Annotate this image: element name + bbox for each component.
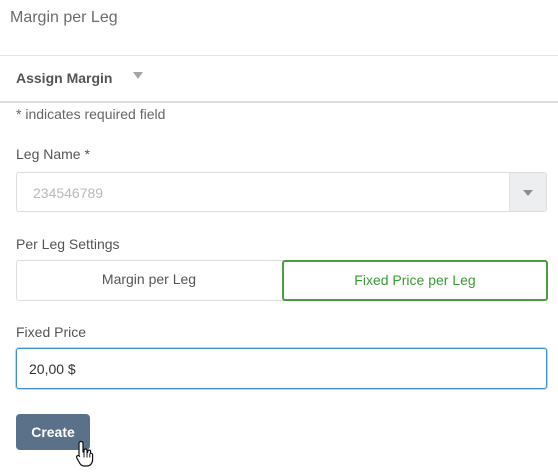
per-leg-settings-label: Per Leg Settings: [16, 236, 120, 252]
leg-name-value: 234546789: [33, 185, 104, 201]
fixed-price-input[interactable]: [16, 348, 547, 389]
required-field-note: * indicates required field: [16, 106, 166, 122]
option-margin-per-leg[interactable]: Margin per Leg: [16, 260, 282, 301]
option-fixed-price-per-leg[interactable]: Fixed Price per Leg: [282, 260, 548, 301]
fixed-price-label: Fixed Price: [16, 324, 87, 340]
chevron-down-icon: [523, 190, 533, 196]
leg-name-select[interactable]: 234546789: [16, 172, 547, 212]
caret-down-icon[interactable]: [133, 72, 143, 79]
leg-name-label: Leg Name *: [16, 146, 90, 162]
page-title: Margin per Leg: [10, 9, 118, 26]
section-title: Assign Margin: [16, 70, 113, 86]
hand-pointer-cursor-icon: [75, 440, 94, 467]
section-header[interactable]: Assign Margin: [0, 57, 558, 103]
per-leg-settings-toggle: Margin per Leg Fixed Price per Leg: [16, 260, 548, 301]
leg-name-dropdown-button[interactable]: [509, 173, 546, 211]
page-header: Margin per Leg: [0, 0, 558, 56]
